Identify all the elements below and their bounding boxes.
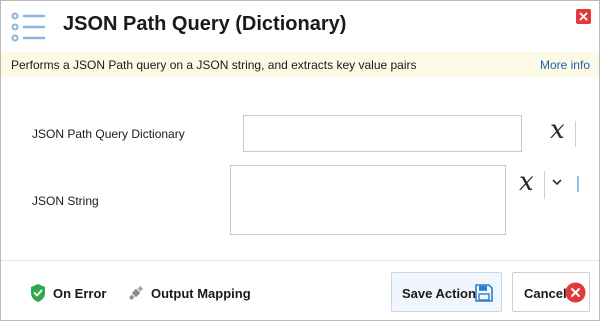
save-action-label: Save Action [402,286,476,301]
cancel-label: Cancel [524,286,567,301]
close-icon [579,12,588,21]
json-path-query-input[interactable] [243,115,522,152]
more-info-link[interactable]: More info [540,58,590,72]
json-string-label: JSON String [32,194,99,208]
shield-check-icon [31,284,45,302]
save-action-button[interactable]: Save Action [391,272,502,312]
footer-divider [1,260,599,261]
on-error-label: On Error [53,286,107,301]
separator [575,121,576,147]
variable-button-json[interactable]: x [519,169,534,195]
output-mapping-label: Output Mapping [151,286,251,301]
close-button[interactable] [576,9,591,24]
description-text: Performs a JSON Path query on a JSON str… [11,58,417,72]
info-bar: Performs a JSON Path query on a JSON str… [1,52,599,77]
floppy-disk-icon [475,284,493,302]
title-bar: JSON Path Query (Dictionary) [1,1,599,51]
separator [544,171,545,199]
dialog-title: JSON Path Query (Dictionary) [63,13,347,35]
chevron-down-icon[interactable] [551,178,563,186]
json-path-query-label: JSON Path Query Dictionary [32,127,185,141]
cancel-circle-icon [565,282,586,303]
dialog-window: JSON Path Query (Dictionary) Performs a … [0,0,600,321]
json-string-input[interactable] [230,165,506,235]
text-cursor [577,176,579,192]
list-icon [11,12,46,42]
cancel-button[interactable]: Cancel [512,272,590,312]
variable-button-query[interactable]: x [550,117,565,143]
satellite-icon [128,285,144,301]
